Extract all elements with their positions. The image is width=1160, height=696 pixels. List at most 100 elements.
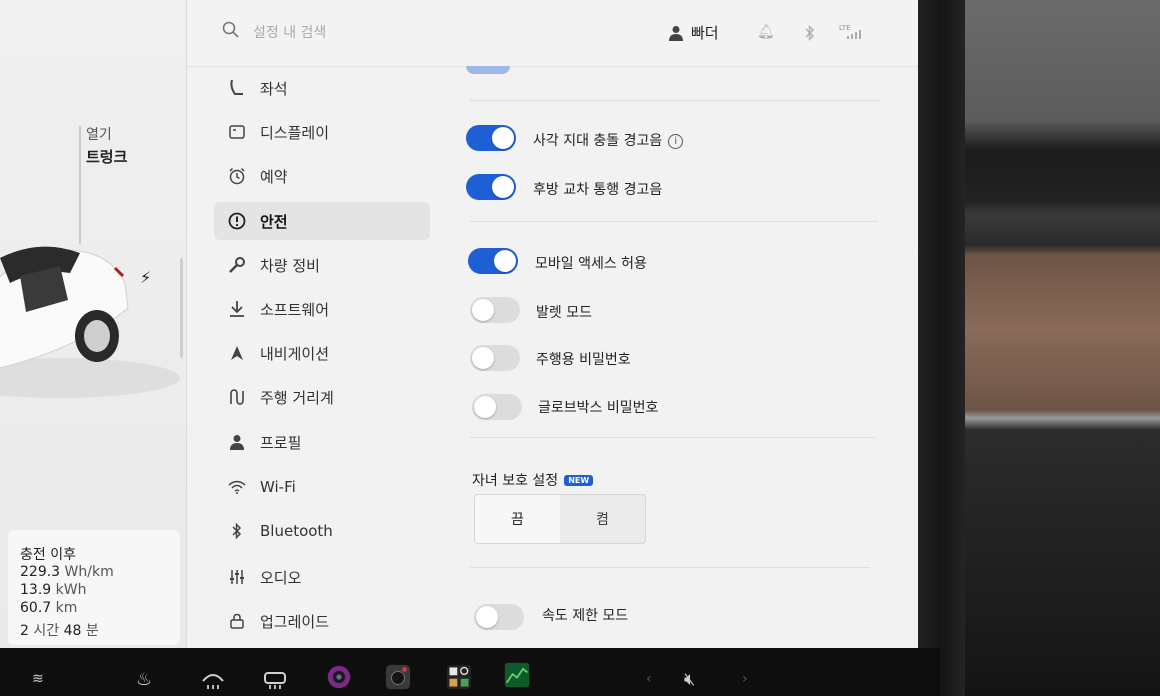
info-icon[interactable]: i xyxy=(668,134,684,149)
menu-item-service[interactable]: 차량 정비 xyxy=(214,246,430,284)
menu-item-schedule[interactable]: 예약 xyxy=(214,157,430,195)
person-icon xyxy=(669,25,683,41)
section-divider xyxy=(470,100,880,101)
trip-distance-unit: km xyxy=(55,600,78,616)
trip-energy: 13.9 kWh xyxy=(20,582,86,598)
seat-heater-icon[interactable]: ♨ xyxy=(136,666,152,692)
menu-label: 예약 xyxy=(260,167,288,186)
trip-title: 충전 이후 xyxy=(20,547,76,563)
settings-search-input[interactable] xyxy=(251,20,515,46)
glovebox-pin-label: 글로브박스 비밀번호 xyxy=(538,400,659,416)
pin-to-drive-label: 주행용 비밀번호 xyxy=(536,352,631,368)
blind-spot-chime-label: 사각 지대 충돌 경고음 xyxy=(533,133,663,149)
menu-item-wifi[interactable]: Wi-Fi xyxy=(214,468,430,506)
open-label[interactable]: 열기 xyxy=(86,124,112,144)
menu-label: 안전 xyxy=(260,212,288,231)
section-divider xyxy=(470,437,875,438)
charge-port-bolt-icon[interactable]: ⚡ xyxy=(140,268,151,287)
person-icon xyxy=(226,434,248,450)
wifi-icon xyxy=(226,480,248,494)
menu-label: 좌석 xyxy=(260,79,288,98)
trip-distance: 60.7 km xyxy=(20,600,77,616)
child-lock-off-option[interactable]: 끔 xyxy=(475,495,560,543)
camera-app-icon[interactable] xyxy=(324,664,354,690)
trip-efficiency-unit: Wh/km xyxy=(64,564,114,580)
menu-label: 차량 정비 xyxy=(260,256,320,275)
pin-to-drive-toggle[interactable] xyxy=(470,345,520,371)
section-divider xyxy=(470,567,870,568)
touchscreen: 열기 트렁크 ⚡ 충전 이후 229.3 Wh/km 13.9 kWh 60.7 xyxy=(0,0,918,655)
search-icon[interactable] xyxy=(221,20,241,40)
lock-icon xyxy=(226,613,248,629)
mobile-access-label: 모바일 액세스 허용 xyxy=(535,256,647,272)
child-lock-title-text: 자녀 보호 설정 xyxy=(472,473,559,489)
volume-muted-icon[interactable]: 🔇︎ xyxy=(684,666,695,692)
panel-scrollbar xyxy=(180,258,183,358)
profile-name: 빠더 xyxy=(691,24,719,42)
volume-up-icon[interactable]: › xyxy=(742,666,748,692)
trip-minutes-value: 48 xyxy=(63,623,82,639)
energy-app-icon[interactable] xyxy=(502,662,532,688)
speed-limit-mode-toggle[interactable] xyxy=(474,604,524,630)
menu-item-upgrades[interactable]: 업그레이드 xyxy=(214,602,430,640)
alarm-clock-icon xyxy=(226,167,248,185)
download-icon xyxy=(226,300,248,318)
child-lock-title: 자녀 보호 설정 NEW xyxy=(472,470,594,490)
menu-label: 소프트웨어 xyxy=(260,300,330,319)
menu-item-navigation[interactable]: 내비게이션 xyxy=(214,334,430,372)
blind-spot-chime-toggle[interactable] xyxy=(466,125,516,151)
menu-label: 오디오 xyxy=(260,568,302,587)
bluetooth-status-icon[interactable] xyxy=(805,25,815,41)
rear-defrost-icon[interactable] xyxy=(262,666,288,692)
valet-mode-label: 발렛 모드 xyxy=(536,305,592,321)
valet-mode-toggle[interactable] xyxy=(470,297,520,323)
trip-energy-value: 13.9 xyxy=(20,582,52,598)
front-defrost-icon[interactable] xyxy=(200,666,226,692)
mobile-access-toggle[interactable] xyxy=(468,248,518,274)
trip-efficiency-value: 229.3 xyxy=(20,564,61,580)
vehicle-panel: 열기 트렁크 ⚡ 충전 이후 229.3 Wh/km 13.9 kWh 60.7 xyxy=(0,0,187,655)
trunk-label[interactable]: 트렁크 xyxy=(86,146,127,167)
menu-label: 디스플레이 xyxy=(260,123,330,142)
bell-icon[interactable]: 🔔︎ xyxy=(757,24,775,40)
menu-item-display[interactable]: 디스플레이 xyxy=(214,113,430,151)
menu-item-bluetooth[interactable]: Bluetooth xyxy=(214,512,430,550)
equalizer-icon xyxy=(226,569,248,585)
menu-item-audio[interactable]: 오디오 xyxy=(214,558,430,596)
menu-item-safety[interactable]: 안전 xyxy=(214,202,430,240)
profile-button[interactable]: 빠더 xyxy=(669,22,719,43)
menu-label: Bluetooth xyxy=(260,522,333,540)
rear-cross-traffic-toggle[interactable] xyxy=(466,174,516,200)
menu-label: 주행 거리계 xyxy=(260,388,334,407)
glovebox-pin-toggle[interactable] xyxy=(472,394,522,420)
menu-item-seats[interactable]: 좌석 xyxy=(214,69,430,107)
menu-item-profile[interactable]: 프로필 xyxy=(214,423,430,461)
trip-energy-unit: kWh xyxy=(55,582,87,598)
trip-distance-value: 60.7 xyxy=(20,600,52,616)
menu-item-software[interactable]: 소프트웨어 xyxy=(214,290,430,328)
menu-label: Wi-Fi xyxy=(260,478,296,496)
dashcam-app-icon[interactable] xyxy=(384,664,412,690)
car-illustration xyxy=(0,246,180,398)
trip-hours-unit: 시간 xyxy=(33,623,60,639)
volume-down-icon[interactable]: ‹ xyxy=(646,666,652,692)
new-badge: NEW xyxy=(564,475,594,486)
section-divider xyxy=(470,221,878,222)
rear-seat-heater-icon[interactable]: ≋ xyxy=(32,666,44,692)
wrench-icon xyxy=(226,256,248,274)
trip-minutes-unit: 분 xyxy=(85,623,99,639)
child-lock-on-option[interactable]: 켬 xyxy=(560,495,645,543)
bluetooth-icon xyxy=(226,523,248,539)
navigation-arrow-icon xyxy=(226,345,248,361)
trip-card[interactable]: 충전 이후 229.3 Wh/km 13.9 kWh 60.7 km 2 시간 … xyxy=(8,530,180,645)
trip-route-icon xyxy=(226,388,248,406)
trip-efficiency: 229.3 Wh/km xyxy=(20,564,114,580)
menu-label: 업그레이드 xyxy=(260,612,330,631)
bottom-taskbar: ≋ ♨ ‹ 🔇︎ › xyxy=(0,648,940,696)
app-launcher-icon[interactable] xyxy=(444,664,474,690)
alert-circle-icon xyxy=(226,212,248,230)
menu-item-trips[interactable]: 주행 거리계 xyxy=(214,378,430,416)
settings-header: 빠더 🔔︎ LTE xyxy=(187,0,918,67)
menu-label: 프로필 xyxy=(260,433,302,452)
rear-cross-traffic-label: 후방 교차 통행 경고음 xyxy=(533,182,663,198)
